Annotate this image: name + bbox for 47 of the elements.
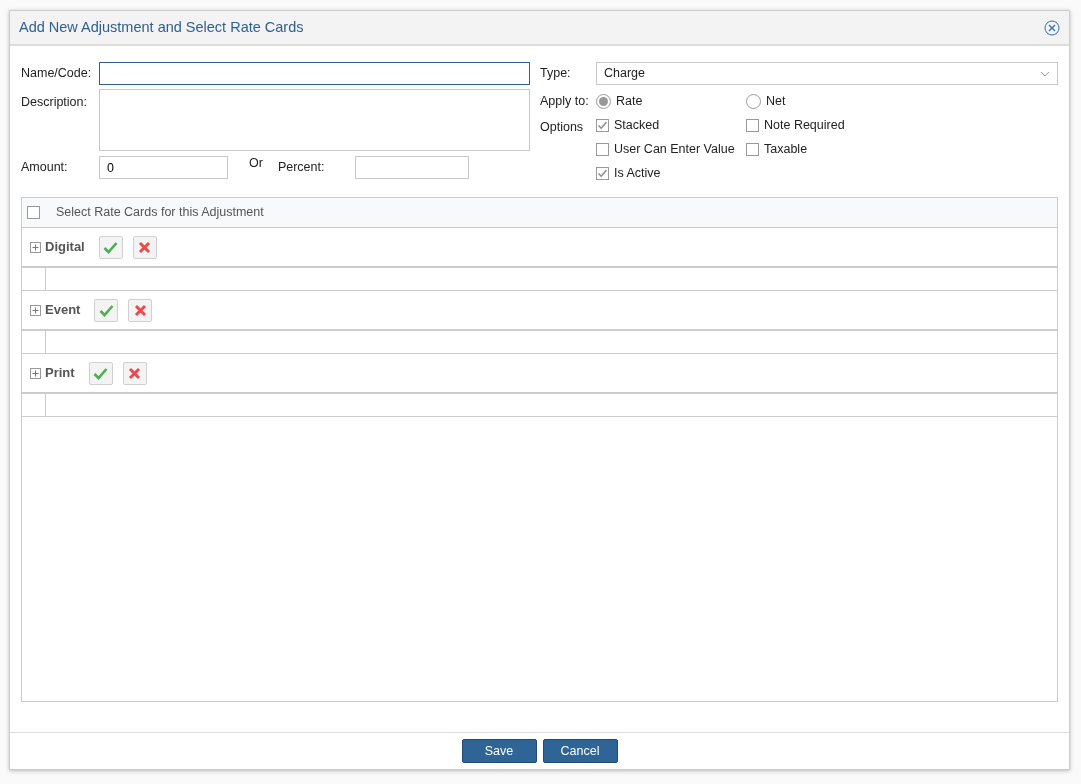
close-x-icon	[133, 303, 147, 317]
close-icon[interactable]	[1044, 19, 1060, 36]
field-label: Amount:	[21, 159, 69, 177]
reject-button[interactable]	[132, 235, 157, 259]
close-x-icon	[138, 240, 152, 254]
field-label: Options	[540, 119, 585, 136]
approve-button[interactable]	[94, 298, 119, 322]
dialog-title: Add New Adjustment and Select Rate Cards	[19, 17, 304, 37]
approve-button[interactable]	[88, 361, 113, 385]
check-icon	[597, 167, 608, 179]
radio-option[interactable]: Rate	[596, 89, 746, 113]
field-label: Description:	[21, 94, 88, 111]
field-label: Type:	[540, 65, 572, 83]
field-label: Percent:	[277, 159, 325, 177]
check-icon	[93, 366, 109, 380]
expand-icon[interactable]	[30, 304, 41, 316]
header-label: Select Rate Cards for this Adjustment	[56, 204, 264, 222]
description-field[interactable]	[99, 89, 530, 151]
check-icon	[597, 119, 608, 131]
checkbox-option[interactable]: User Can Enter Value	[596, 137, 746, 161]
select-all-checkbox[interactable]	[27, 206, 40, 219]
group-name: Print	[45, 364, 75, 383]
amount-field[interactable]: 0	[99, 156, 228, 179]
checkbox-option[interactable]: Stacked	[596, 113, 746, 137]
field-label: Apply to:	[540, 92, 590, 110]
type-dropdown[interactable]: Charge	[596, 62, 1058, 85]
checkbox-option[interactable]: Taxable	[746, 137, 845, 161]
percent-field[interactable]	[355, 156, 470, 179]
field-label: Name/Code:	[21, 65, 93, 83]
radio-option[interactable]: Net	[746, 89, 896, 113]
name-code-field[interactable]	[99, 62, 530, 85]
group-name: Digital	[45, 238, 85, 257]
reject-button[interactable]	[128, 298, 153, 322]
approve-button[interactable]	[98, 235, 123, 259]
group-name: Event	[45, 301, 81, 320]
reject-button[interactable]	[122, 361, 147, 385]
check-icon	[103, 240, 119, 254]
checkbox-option[interactable]: Note Required	[746, 113, 845, 137]
chevron-down-icon	[1040, 70, 1050, 77]
or-label: Or	[249, 155, 263, 173]
check-icon	[98, 303, 114, 317]
expand-icon[interactable]	[30, 241, 41, 253]
dialog-button[interactable]: Cancel	[542, 739, 618, 763]
expand-icon[interactable]	[30, 367, 41, 379]
checkbox-option[interactable]: Is Active	[596, 161, 746, 185]
dialog-button[interactable]: Save	[461, 739, 537, 763]
close-x-icon	[128, 366, 142, 380]
